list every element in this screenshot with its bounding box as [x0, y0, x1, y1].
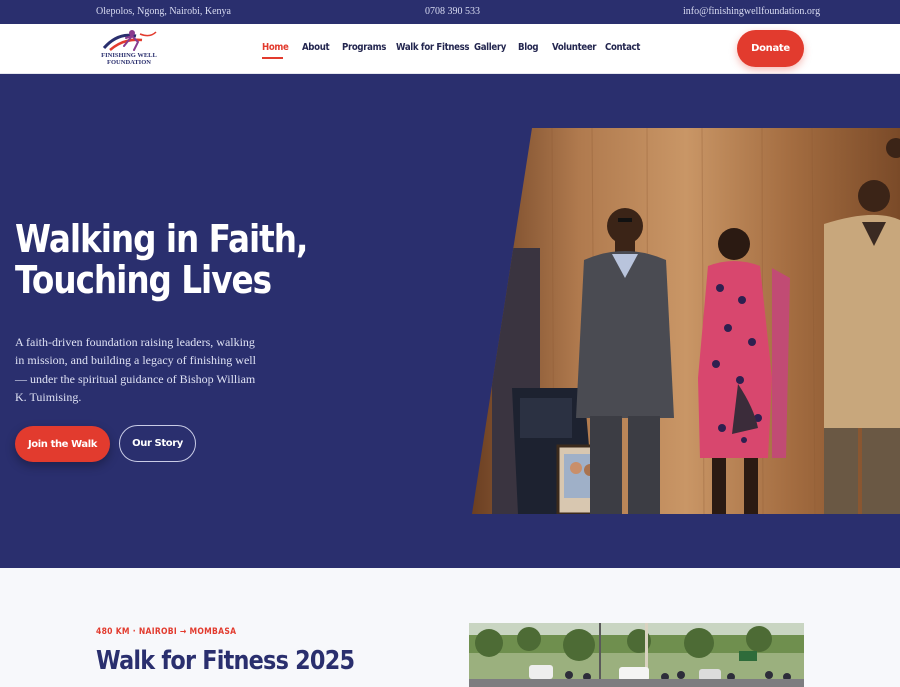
- email-link[interactable]: info@finishingwellfoundation.org: [683, 6, 820, 17]
- nav-item-home[interactable]: Home: [262, 42, 289, 53]
- section-title: Walk for Fitness 2025: [96, 646, 355, 676]
- our-story-button[interactable]: Our Story: [119, 425, 196, 462]
- walk-for-fitness-section: 480 KM · NAIROBI → MOMBASA Walk for Fitn…: [0, 568, 900, 687]
- logo-wordmark: FINISHING WELL FOUNDATION: [101, 52, 157, 66]
- address-text: Olepolos, Ngong, Nairobi, Kenya: [96, 6, 231, 17]
- nav-item-contact[interactable]: Contact: [605, 42, 640, 53]
- top-info-bar: Olepolos, Ngong, Nairobi, Kenya 0708 390…: [0, 0, 900, 24]
- active-nav-indicator: [262, 57, 283, 59]
- site-logo[interactable]: FINISHING WELL FOUNDATION: [96, 28, 162, 68]
- hero-description: A faith-driven foundation raising leader…: [15, 335, 256, 404]
- phone-link[interactable]: 0708 390 533: [425, 6, 480, 17]
- main-navigation: FINISHING WELL FOUNDATION Home About Pro…: [0, 24, 900, 74]
- nav-item-blog[interactable]: Blog: [518, 42, 539, 53]
- hero-photo: [472, 128, 900, 514]
- nav-item-about[interactable]: About: [302, 42, 330, 53]
- donate-button[interactable]: Donate: [737, 30, 804, 67]
- nav-item-volunteer[interactable]: Volunteer: [552, 42, 597, 53]
- hero-title: Walking in Faith, Touching Lives: [15, 217, 308, 302]
- nav-item-programs[interactable]: Programs: [342, 42, 386, 53]
- hero-section: Walking in Faith, Touching Lives A faith…: [0, 74, 900, 568]
- walk-photo: [469, 623, 804, 687]
- logo-runner-icon: [96, 28, 162, 54]
- nav-item-walk-for-fitness[interactable]: Walk for Fitness: [396, 42, 469, 53]
- section-eyebrow: 480 KM · NAIROBI → MOMBASA: [96, 627, 237, 637]
- nav-item-gallery[interactable]: Gallery: [474, 42, 506, 53]
- join-the-walk-button[interactable]: Join the Walk: [15, 426, 110, 462]
